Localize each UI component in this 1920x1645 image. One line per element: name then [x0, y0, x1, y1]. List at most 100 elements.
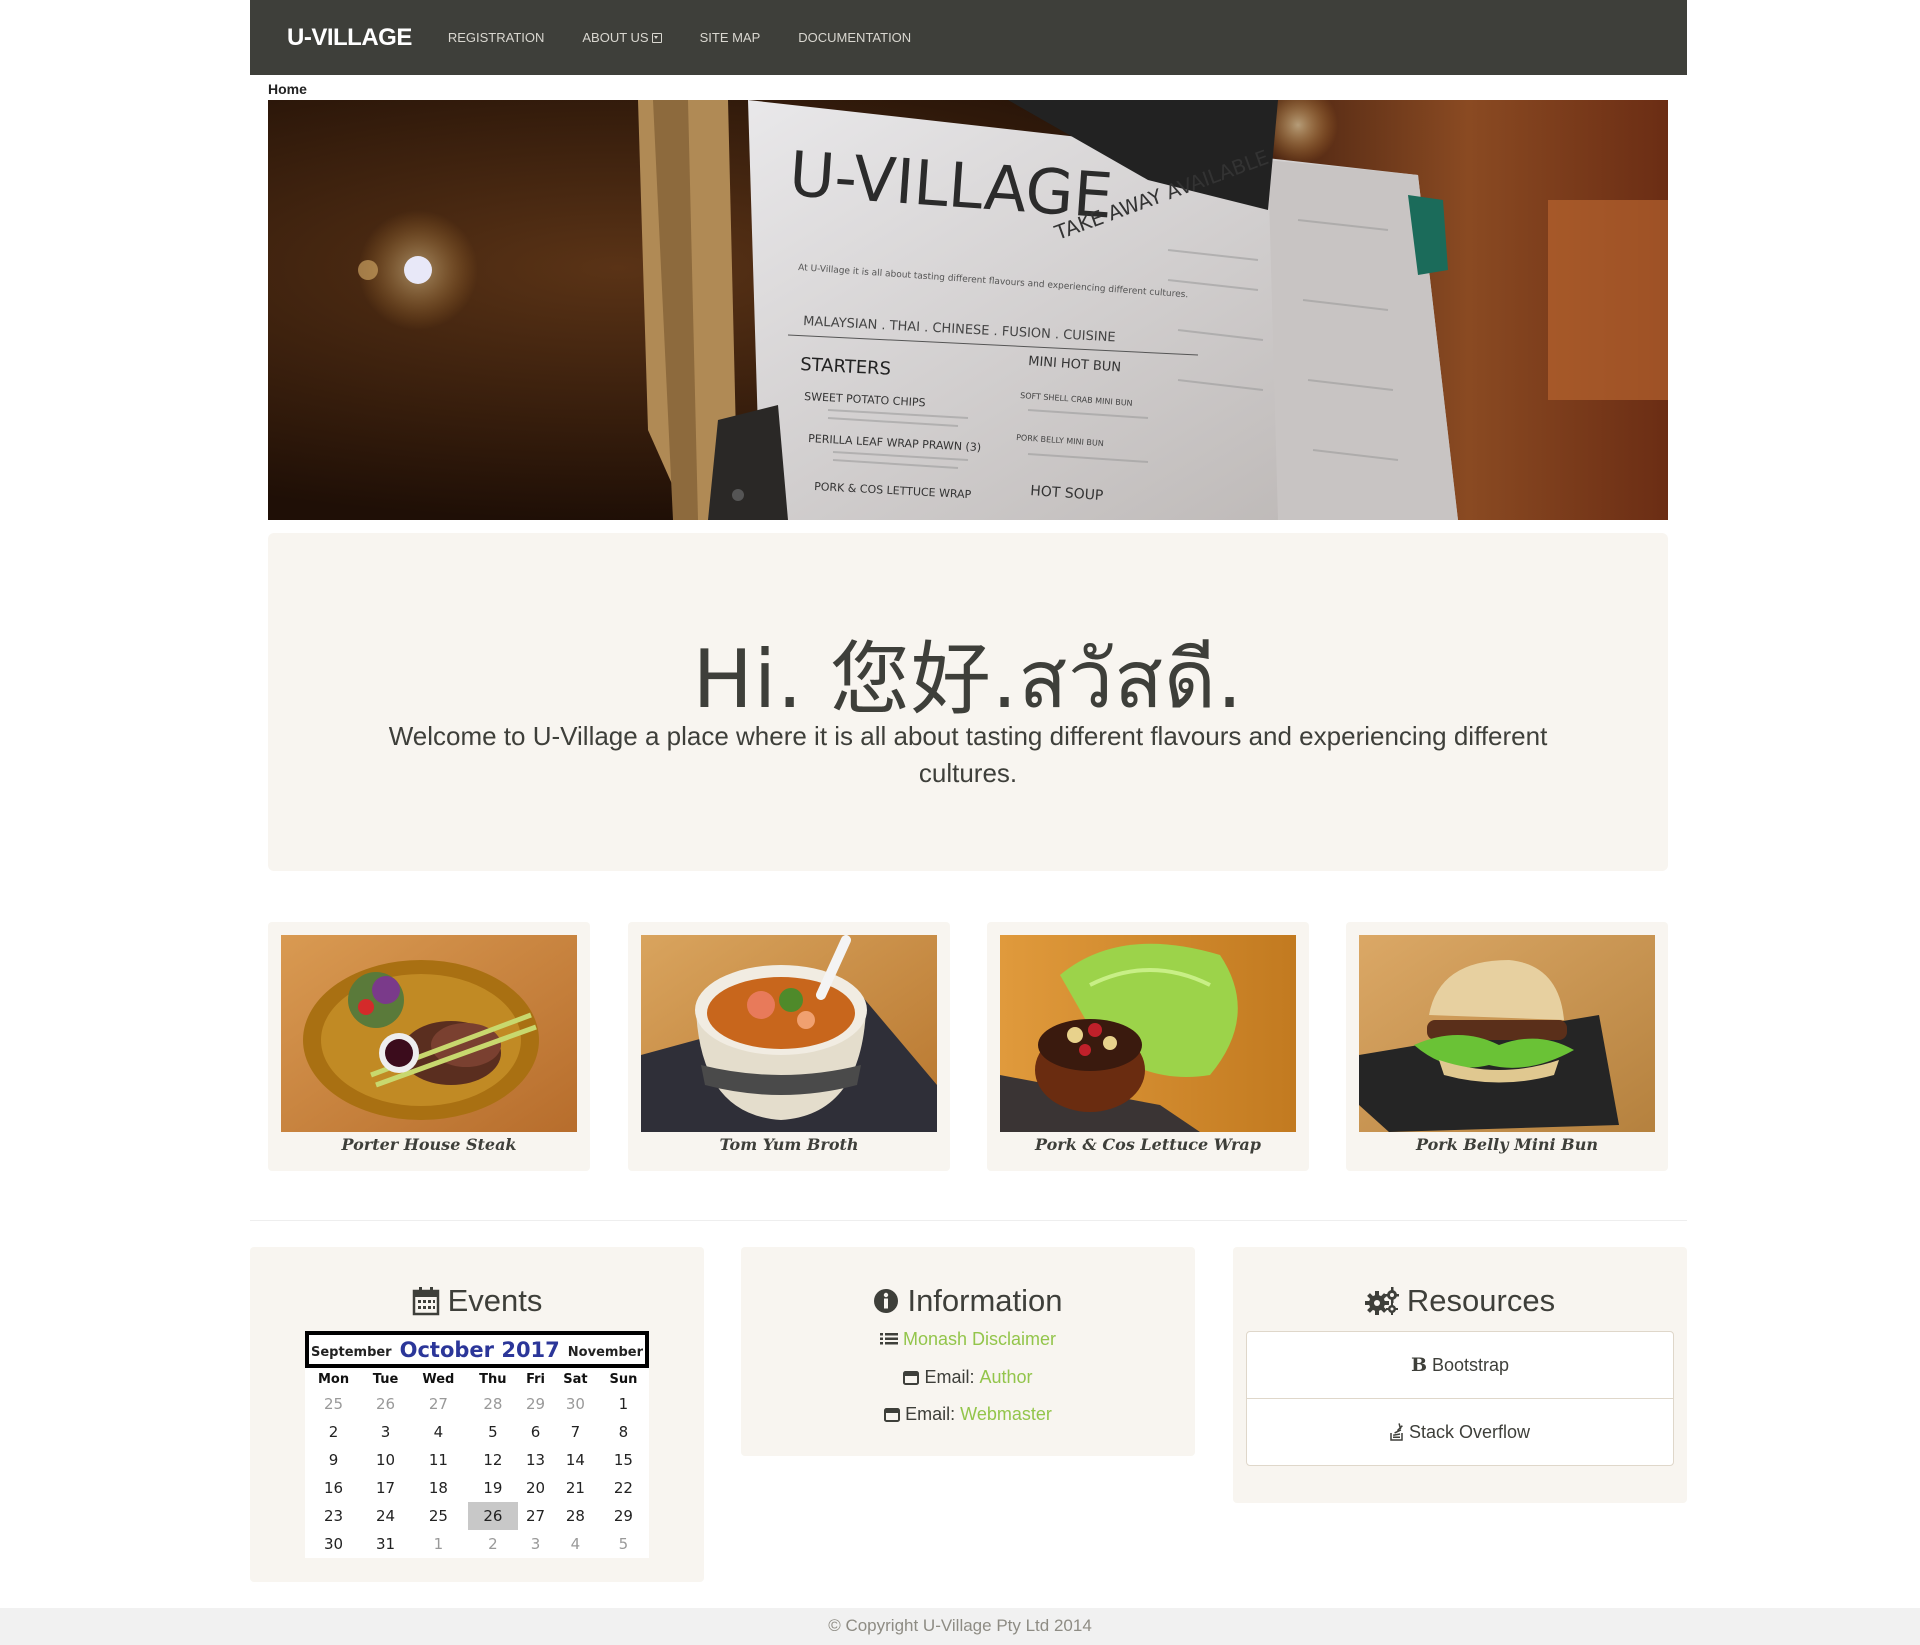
- calendar-day[interactable]: 1: [409, 1530, 468, 1558]
- calendar-day[interactable]: 6: [518, 1418, 553, 1446]
- calendar-day[interactable]: 15: [598, 1446, 649, 1474]
- calendar-current-month: October 2017: [399, 1337, 560, 1362]
- monash-disclaimer-link[interactable]: Monash Disclaimer: [903, 1329, 1056, 1350]
- calendar-week-row: 2345678: [305, 1418, 649, 1446]
- dish-caption: Porter House Steak: [341, 1135, 517, 1154]
- dish-photo-tom-yum: [641, 935, 937, 1132]
- disclaimer-line: Monash Disclaimer: [741, 1329, 1195, 1350]
- calendar-day[interactable]: 1: [598, 1390, 649, 1418]
- list-icon: [879, 1332, 898, 1344]
- nav-site-map[interactable]: SITE MAP: [700, 30, 761, 45]
- information-heading: Information: [741, 1283, 1195, 1319]
- calendar-day[interactable]: 11: [409, 1446, 468, 1474]
- calendar-week-row: 25 26 27 28 29 30 1: [305, 1390, 649, 1418]
- calendar-day[interactable]: 16: [305, 1474, 362, 1502]
- calendar-day[interactable]: 2: [468, 1530, 518, 1558]
- calendar-day[interactable]: 3: [362, 1418, 409, 1446]
- calendar-week-row: 9 10 11 12 13 14 15: [305, 1446, 649, 1474]
- calendar-day[interactable]: 3: [518, 1530, 553, 1558]
- calendar-day[interactable]: 12: [468, 1446, 518, 1474]
- calendar-day[interactable]: 5: [468, 1418, 518, 1446]
- calendar-day[interactable]: 21: [553, 1474, 598, 1502]
- calendar-prev-month[interactable]: September: [311, 1345, 392, 1360]
- calendar-day[interactable]: 26: [362, 1390, 409, 1418]
- calendar-day[interactable]: 8: [598, 1418, 649, 1446]
- envelope-icon: [884, 1407, 901, 1422]
- events-heading: Events: [250, 1283, 704, 1319]
- calendar-day[interactable]: 25: [305, 1390, 362, 1418]
- resources-list: B Bootstrap Stack Overflow: [1246, 1331, 1674, 1466]
- nav-documentation[interactable]: DOCUMENTATION: [798, 30, 911, 45]
- weekday-label: Tue: [372, 1371, 399, 1387]
- footer-copyright: © Copyright U-Village Pty Ltd 2014: [0, 1608, 1920, 1645]
- welcome-jumbotron: Hi. 您好.สวัสดี. Welcome to U-Village a pl…: [268, 533, 1668, 871]
- email-label: Email:: [905, 1404, 956, 1424]
- email-label: Email:: [924, 1367, 975, 1387]
- calendar-day[interactable]: 13: [518, 1446, 553, 1474]
- calendar-day[interactable]: 4: [553, 1530, 598, 1558]
- calendar-day[interactable]: 10: [362, 1446, 409, 1474]
- bootstrap-icon: B: [1410, 1354, 1427, 1376]
- calendar-header: September October 2017 November: [305, 1331, 649, 1368]
- email-author-link[interactable]: Author: [979, 1367, 1032, 1388]
- dish-photo-steak: [281, 935, 577, 1132]
- resources-title: Resources: [1406, 1283, 1556, 1318]
- calendar-days: 25 26 27 28 29 30 1 2 3 4 5 6 7 8 9 10 11 12 13 14 15 16 17 18 1…: [305, 1390, 649, 1558]
- calendar-day[interactable]: 27: [518, 1502, 553, 1530]
- calendar-day[interactable]: 24: [362, 1502, 409, 1530]
- resources-panel: Resources B Bootstrap Stack Overflow: [1233, 1247, 1687, 1503]
- dish-card-porter-house-steak[interactable]: Porter House Steak: [268, 922, 590, 1171]
- brand-link[interactable]: U-VILLAGE: [287, 24, 412, 52]
- calendar-day[interactable]: 25: [409, 1502, 468, 1530]
- resource-bootstrap[interactable]: B Bootstrap: [1247, 1332, 1673, 1398]
- calendar-day[interactable]: 5: [598, 1530, 649, 1558]
- dish-caption: Pork & Cos Lettuce Wrap: [1035, 1135, 1261, 1154]
- calendar-day[interactable]: 29: [598, 1502, 649, 1530]
- information-panel: Information Monash Disclaimer Email: Aut…: [741, 1247, 1195, 1456]
- dish-card-pork-cos-lettuce-wrap[interactable]: Pork & Cos Lettuce Wrap: [987, 922, 1309, 1171]
- calendar-week-row: 23 24 25 26 27 28 29: [305, 1502, 649, 1530]
- calendar-day[interactable]: 31: [362, 1530, 409, 1558]
- weekday-label: Wed: [422, 1371, 455, 1387]
- top-navbar: U-VILLAGE REGISTRATION ABOUT US SITE MAP…: [250, 0, 1687, 75]
- calendar-day[interactable]: 18: [409, 1474, 468, 1502]
- calendar-day[interactable]: 7: [553, 1418, 598, 1446]
- calendar-day[interactable]: 26: [467, 1502, 519, 1530]
- calendar-day[interactable]: 30: [305, 1530, 362, 1558]
- calendar-day[interactable]: 29: [518, 1390, 553, 1418]
- calendar-day[interactable]: 27: [409, 1390, 468, 1418]
- resource-stack-overflow[interactable]: Stack Overflow: [1247, 1398, 1673, 1465]
- dish-caption: Pork Belly Mini Bun: [1416, 1135, 1598, 1154]
- nav-about-us-label: ABOUT US: [582, 30, 649, 45]
- calendar-day[interactable]: 2: [305, 1418, 362, 1446]
- calendar-day[interactable]: 23: [305, 1502, 362, 1530]
- nav-registration[interactable]: REGISTRATION: [448, 30, 545, 45]
- breadcrumb-home[interactable]: Home: [268, 81, 307, 97]
- dish-photo-mini-bun: [1359, 935, 1655, 1132]
- calendar-day[interactable]: 4: [409, 1418, 468, 1446]
- info-circle-icon: [874, 1289, 899, 1313]
- calendar-day[interactable]: 22: [598, 1474, 649, 1502]
- email-author-line: Email: Author: [741, 1367, 1195, 1388]
- events-panel: Events September October 2017 November M…: [250, 1247, 704, 1582]
- calendar-day[interactable]: 28: [553, 1502, 598, 1530]
- dish-card-tom-yum-broth[interactable]: Tom Yum Broth: [628, 922, 950, 1171]
- nav-about-us[interactable]: ABOUT US: [582, 30, 662, 45]
- calendar-next-month[interactable]: November: [568, 1345, 643, 1360]
- calendar-week-row: 30 31 1 2 3 4 5: [305, 1530, 649, 1558]
- calendar-day[interactable]: 19: [468, 1474, 518, 1502]
- calendar-day[interactable]: 28: [468, 1390, 518, 1418]
- calendar-day[interactable]: 14: [553, 1446, 598, 1474]
- calendar-week-row: 16 17 18 19 20 21 22: [305, 1474, 649, 1502]
- dish-card-pork-belly-mini-bun[interactable]: Pork Belly Mini Bun: [1346, 922, 1668, 1171]
- section-divider: [250, 1220, 1687, 1221]
- events-title: Events: [447, 1283, 543, 1318]
- calendar-day[interactable]: 20: [518, 1474, 553, 1502]
- calendar-day[interactable]: 17: [362, 1474, 409, 1502]
- weekday-label: Thu: [479, 1371, 507, 1387]
- calendar-icon: [412, 1287, 439, 1316]
- email-webmaster-link[interactable]: Webmaster: [960, 1404, 1052, 1425]
- calendar-day[interactable]: 9: [305, 1446, 362, 1474]
- welcome-text: Welcome to U-Village a place where it is…: [388, 721, 1548, 788]
- calendar-day[interactable]: 30: [553, 1390, 598, 1418]
